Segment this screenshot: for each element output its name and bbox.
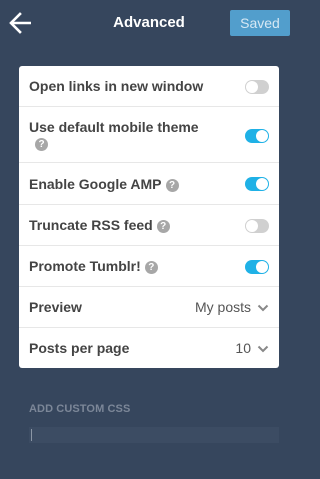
promote-tumblr-help-icon[interactable]: ? [144, 261, 158, 274]
truncate-rss-label: Truncate RSS feed [29, 217, 153, 233]
chevron-down-icon [257, 305, 269, 312]
setting-row-truncate-rss: Truncate RSS feed? [19, 205, 279, 246]
truncate-rss-label-group: Truncate RSS feed? [29, 217, 170, 233]
setting-row-posts-per-page: Posts per page 10 [19, 328, 279, 368]
toggle-knob [256, 261, 268, 273]
truncate-rss-help-icon[interactable]: ? [156, 220, 170, 233]
setting-row-mobile-theme: Use default mobile theme ? [19, 107, 279, 163]
promote-tumblr-label: Promote Tumblr! [29, 258, 141, 274]
google-amp-label-group: Enable Google AMP? [29, 176, 179, 192]
posts-per-page-value: 10 [235, 340, 251, 356]
mobile-theme-label: Use default mobile theme [29, 119, 199, 135]
advanced-settings-screen: Advanced Saved Open links in new window … [0, 0, 298, 479]
truncate-rss-toggle[interactable] [245, 219, 269, 233]
posts-per-page-label: Posts per page [29, 340, 130, 356]
mobile-theme-help-icon[interactable]: ? [35, 138, 48, 151]
open-links-label: Open links in new window [29, 78, 204, 94]
saved-button[interactable]: Saved [230, 10, 290, 36]
custom-css-label: ADD CUSTOM CSS [29, 403, 131, 415]
header: Advanced Saved [0, 0, 298, 46]
setting-row-preview: Preview My posts [19, 287, 279, 328]
setting-row-google-amp: Enable Google AMP? [19, 163, 279, 205]
google-amp-toggle[interactable] [245, 177, 269, 191]
promote-tumblr-label-group: Promote Tumblr!? [29, 258, 158, 274]
settings-card: Open links in new window Use default mob… [19, 66, 279, 368]
google-amp-help-icon[interactable]: ? [165, 179, 179, 192]
toggle-knob [246, 220, 258, 232]
toggle-knob [256, 178, 268, 190]
preview-label: Preview [29, 299, 82, 315]
mobile-theme-toggle[interactable] [245, 129, 269, 143]
toggle-knob [246, 81, 258, 93]
chevron-down-icon [257, 346, 269, 353]
posts-per-page-select[interactable]: 10 [235, 340, 269, 356]
text-caret [31, 429, 32, 441]
preview-select[interactable]: My posts [195, 299, 269, 315]
preview-value: My posts [194, 299, 251, 315]
google-amp-label: Enable Google AMP [29, 176, 162, 192]
promote-tumblr-toggle[interactable] [245, 260, 269, 274]
toggle-knob [256, 130, 268, 142]
custom-css-input[interactable] [29, 427, 279, 443]
setting-row-promote-tumblr: Promote Tumblr!? [19, 246, 279, 287]
open-links-toggle[interactable] [245, 80, 269, 94]
setting-row-open-links: Open links in new window [19, 66, 279, 107]
